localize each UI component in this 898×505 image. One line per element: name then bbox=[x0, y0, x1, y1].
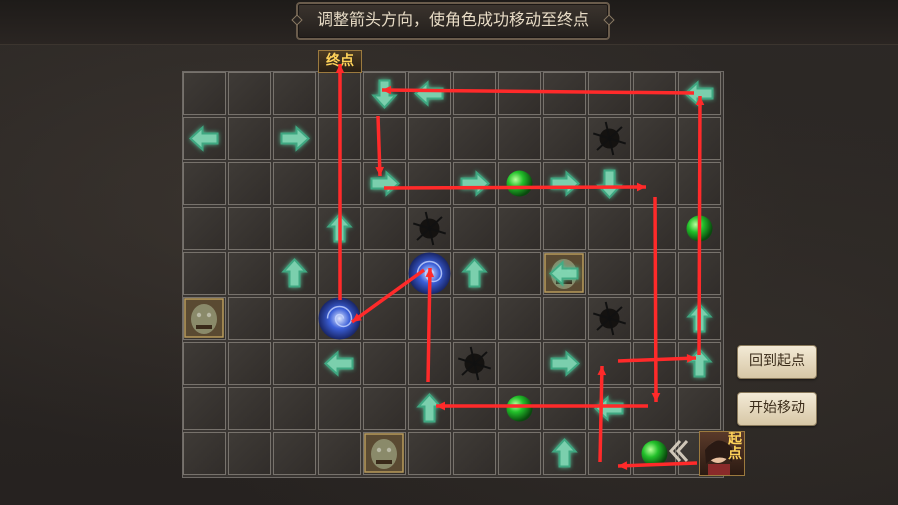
direction-arrow-icon[interactable] bbox=[416, 393, 443, 423]
direction-arrow-icon[interactable] bbox=[324, 350, 354, 377]
board-overlay bbox=[184, 64, 714, 473]
direction-arrow-icon[interactable] bbox=[281, 258, 308, 288]
crack-hole-icon bbox=[412, 211, 447, 246]
monster-enemy-icon bbox=[364, 433, 404, 473]
red-path-arrow bbox=[335, 64, 345, 300]
direction-arrow-icon[interactable] bbox=[370, 170, 400, 197]
red-path-arrow bbox=[651, 196, 661, 403]
start-move-button[interactable]: 开始移动 bbox=[737, 392, 817, 426]
direction-arrow-icon[interactable] bbox=[280, 125, 310, 152]
green-orb-icon bbox=[506, 170, 533, 197]
direction-arrow-icon[interactable] bbox=[551, 438, 578, 468]
crack-hole-icon bbox=[457, 346, 492, 381]
direction-arrow-icon[interactable] bbox=[461, 258, 488, 288]
direction-arrow-icon[interactable] bbox=[550, 170, 580, 197]
direction-arrow-icon[interactable] bbox=[371, 79, 398, 109]
red-path-arrow bbox=[375, 115, 385, 177]
direction-arrow-icon[interactable] bbox=[189, 125, 219, 152]
monster-enemy-icon bbox=[184, 298, 224, 338]
reset-button[interactable]: 回到起点 bbox=[737, 345, 817, 379]
direction-arrow-icon[interactable] bbox=[596, 169, 623, 199]
direction-arrow-icon[interactable] bbox=[460, 170, 490, 197]
chevron-left-icon bbox=[668, 439, 689, 463]
start-label: 起点 bbox=[728, 431, 742, 462]
green-orb-icon bbox=[506, 395, 533, 422]
player-start-portrait: 起点 bbox=[699, 431, 745, 476]
direction-arrow-icon[interactable] bbox=[550, 350, 580, 377]
crack-hole-icon bbox=[592, 301, 627, 336]
direction-arrow-icon[interactable] bbox=[414, 80, 444, 107]
red-path-arrow bbox=[350, 268, 426, 324]
crack-hole-icon bbox=[592, 121, 627, 156]
